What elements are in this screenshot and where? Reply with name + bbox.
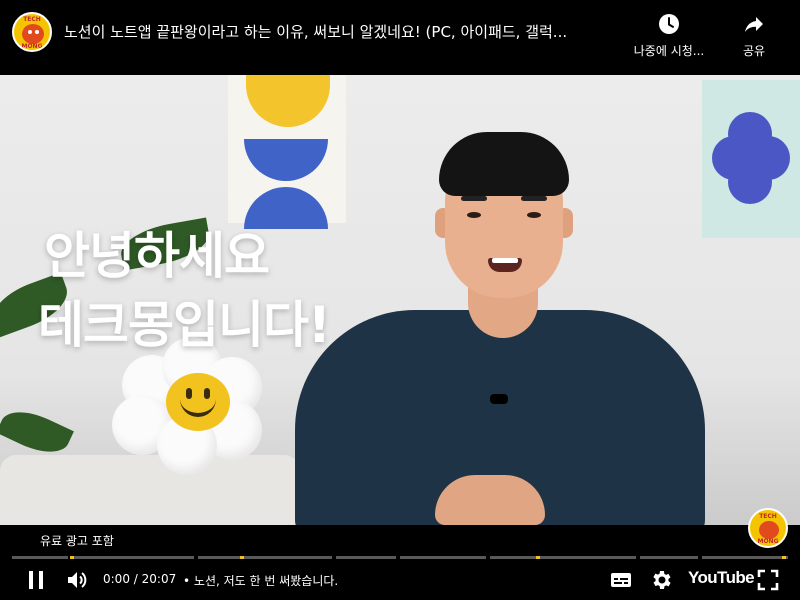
subtitles-button[interactable] (609, 568, 633, 592)
time-display: 0:00 / 20:07 (103, 572, 176, 586)
smiley-mouth (180, 399, 216, 417)
share-button[interactable]: 공유 (724, 12, 784, 59)
overlay-intro: 테크몽입니다! (38, 296, 331, 354)
mascot-eye-right (35, 30, 39, 34)
channel-avatar[interactable]: TECH MONG (12, 12, 52, 52)
chapter-segment[interactable] (12, 556, 68, 559)
channel-watermark[interactable]: TECH MONG (748, 508, 788, 548)
watermark-mascot-face (759, 521, 779, 539)
presenter (285, 130, 715, 525)
smiley-eye (204, 388, 210, 399)
smiley-face (166, 373, 230, 431)
gear-icon (653, 571, 671, 589)
poster-right (702, 80, 800, 238)
presenter-teeth (492, 258, 518, 263)
channel-logo-text-bottom: MONG (21, 43, 43, 50)
chapter-title-button[interactable]: • 노션, 저도 한 번 써봤습니다. (183, 572, 338, 589)
chapter-segment[interactable] (490, 556, 636, 559)
watermark-text-top: TECH (759, 513, 777, 520)
time-separator: / (129, 572, 142, 586)
chapter-separator: • (183, 574, 191, 588)
top-bar: TECH MONG 노션이 노트앱 끝판왕이라고 하는 이유, 써보니 알겠네요… (0, 0, 800, 75)
video-title[interactable]: 노션이 노트앱 끝판왕이라고 하는 이유, 써보니 알겠네요! (PC, 아이패… (64, 22, 620, 42)
channel-mascot-face (22, 24, 44, 44)
pause-button[interactable] (24, 568, 48, 592)
overlay-greeting: 안녕하세요 (44, 227, 270, 285)
flower-pillow (112, 337, 262, 475)
paid-promotion-label[interactable]: 유료 광고 포함 (40, 532, 114, 549)
presenter-brow (521, 196, 547, 201)
mascot-eye-left (28, 30, 32, 34)
youtube-logo[interactable]: YouTube (688, 568, 755, 588)
chapter-segment[interactable] (198, 556, 332, 559)
presenter-eye (467, 212, 481, 218)
presenter-hands (435, 475, 545, 525)
chapter-segment[interactable] (336, 556, 396, 559)
channel-logo-text-top: TECH (23, 16, 41, 23)
current-time: 0:00 (103, 572, 130, 586)
subtitles-icon (611, 573, 631, 587)
presenter-eye (527, 212, 541, 218)
chapter-segment[interactable] (72, 556, 194, 559)
chapter-segment[interactable] (640, 556, 698, 559)
chapter-segment[interactable] (702, 556, 788, 559)
chapter-segment[interactable] (400, 556, 486, 559)
settings-button[interactable] (649, 568, 673, 592)
lavalier-mic (490, 394, 508, 404)
fullscreen-button[interactable] (756, 568, 780, 592)
clock-icon (657, 12, 681, 36)
presenter-mouth (488, 258, 522, 272)
ad-marker (536, 556, 540, 559)
fullscreen-icon (757, 569, 779, 591)
smiley-eye (186, 388, 192, 399)
pause-icon (29, 571, 43, 589)
video-frame[interactable]: 안녕하세요 테크몽입니다! (0, 75, 800, 525)
poster-sun-shape (246, 75, 330, 127)
ad-marker (782, 556, 786, 559)
progress-bar[interactable] (12, 556, 788, 559)
presenter-hair (439, 132, 569, 196)
ad-marker (240, 556, 244, 559)
volume-button[interactable] (65, 568, 89, 592)
watermark-text-bottom: MONG (757, 538, 779, 545)
clover-petal (728, 160, 772, 204)
presenter-brow (461, 196, 487, 201)
chapter-title: 노션, 저도 한 번 써봤습니다. (193, 574, 339, 588)
share-label: 공유 (742, 44, 766, 58)
share-arrow-icon (742, 12, 766, 36)
player-controls (0, 525, 800, 600)
watch-later-button[interactable]: 나중에 시청... (622, 12, 716, 59)
duration: 20:07 (141, 572, 177, 586)
volume-icon (68, 572, 87, 588)
watch-later-label: 나중에 시청... (633, 44, 705, 58)
ad-marker (70, 556, 74, 559)
